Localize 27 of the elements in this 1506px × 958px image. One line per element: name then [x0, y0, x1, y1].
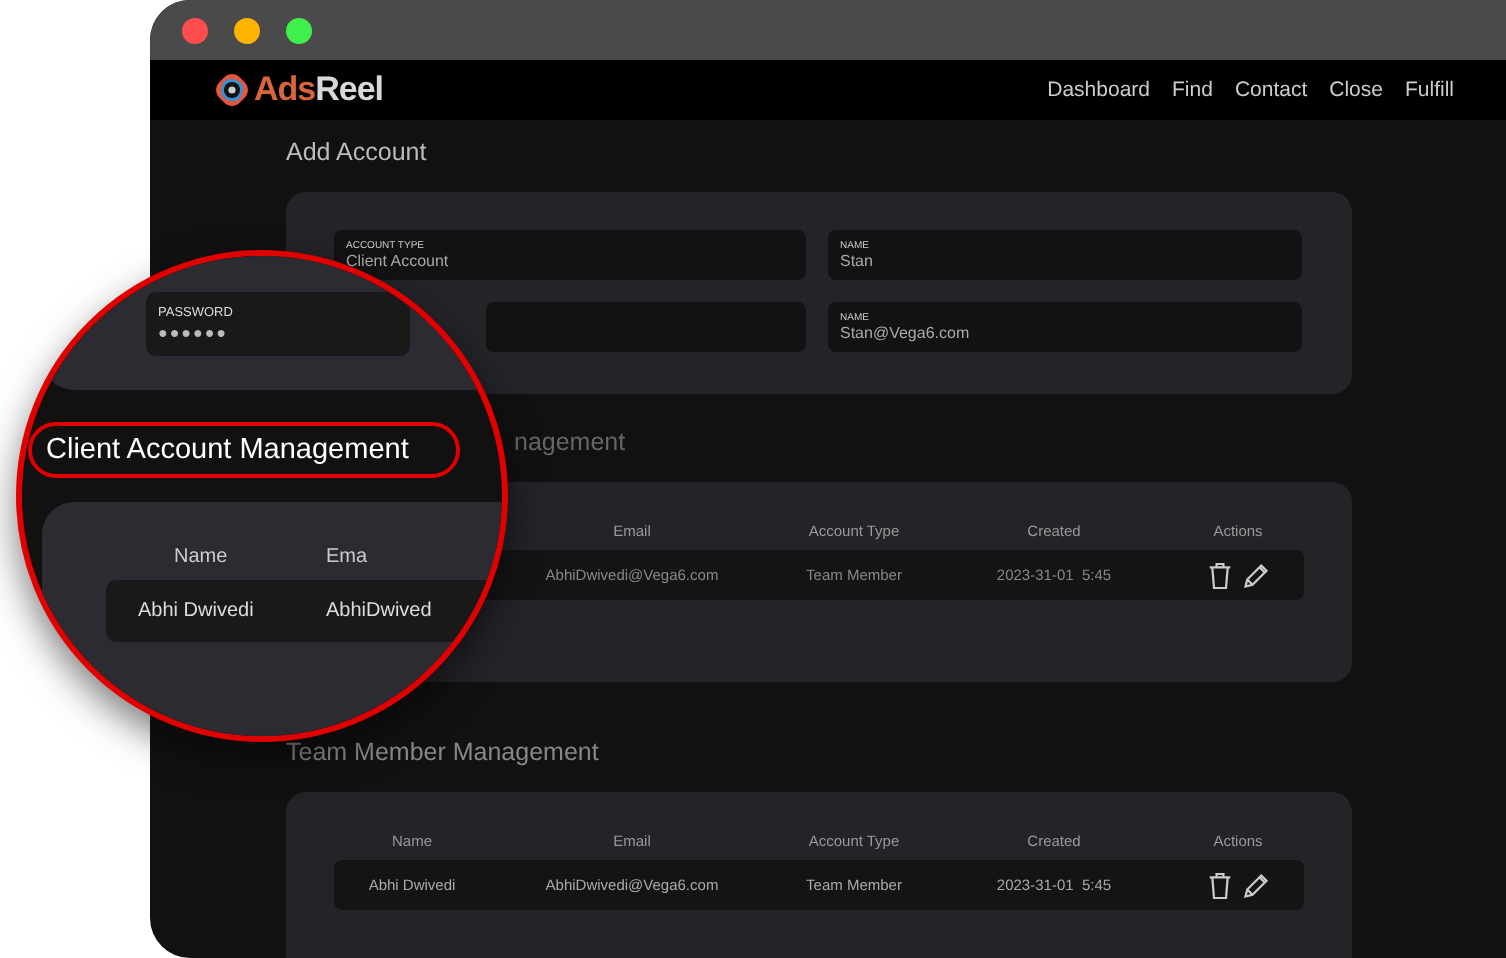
section-title: Team Member Management	[286, 738, 601, 770]
maximize-button[interactable]	[286, 17, 312, 43]
logo-icon	[214, 72, 250, 108]
field-value: Stan	[840, 252, 875, 272]
nav-link[interactable]: Close	[1329, 78, 1383, 102]
nav-link[interactable]: Contact	[1234, 78, 1308, 102]
column-header: Name	[172, 546, 230, 572]
field-value: Stan@Vega6.com	[840, 324, 972, 344]
section-title: nagement	[514, 428, 626, 456]
column-header: Ema	[326, 546, 370, 572]
highlighted-heading: Client Account Management	[28, 422, 460, 478]
nav-link[interactable]: Fulfill	[1404, 78, 1454, 102]
table-cell-text: Abhi Dwivedi	[136, 600, 256, 622]
field-value: Client Account	[346, 252, 451, 272]
logo-text: AdsReel	[254, 70, 384, 110]
pencil-icon[interactable]	[1241, 871, 1269, 899]
nav-link[interactable]: Dashboard	[1047, 78, 1150, 102]
trash-icon[interactable]	[1207, 561, 1231, 589]
close-button[interactable]	[182, 17, 208, 43]
pencil-icon[interactable]	[1241, 561, 1269, 589]
input-field[interactable]	[486, 302, 806, 352]
minimize-button[interactable]	[234, 17, 260, 43]
nav-link[interactable]: Find	[1172, 78, 1213, 102]
table-cell-text: AbhiDwived	[326, 600, 434, 622]
password-dots: ●●●●●●	[158, 324, 230, 342]
trash-icon[interactable]	[1207, 871, 1231, 899]
section-title: Add Account	[286, 138, 429, 170]
